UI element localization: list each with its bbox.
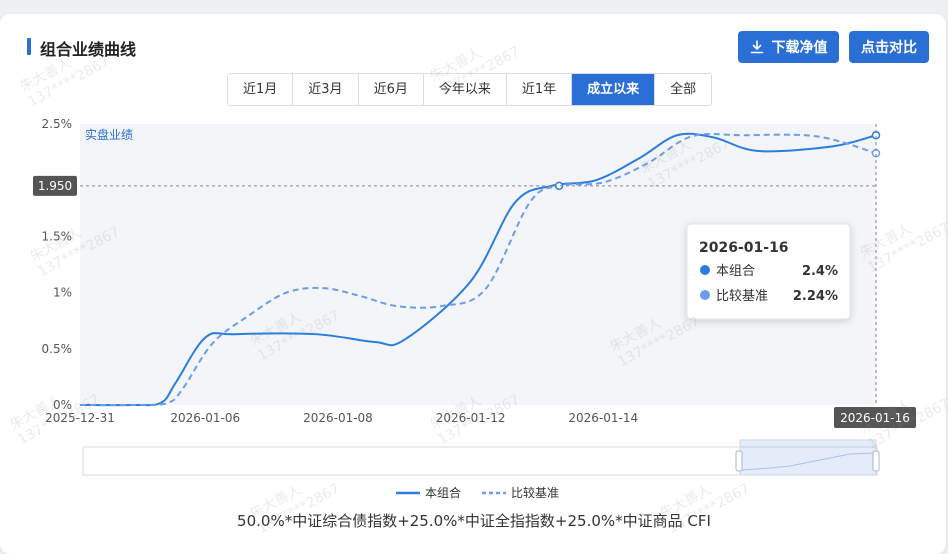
range-tab-0[interactable]: 近1月 (228, 74, 294, 105)
time-range-selector: 近1月 近3月 近6月 今年以来 近1年 成立以来 全部 (227, 73, 713, 106)
range-tab-5[interactable]: 成立以来 (572, 74, 656, 105)
compare-button[interactable]: 点击对比 (849, 31, 929, 63)
download-nav-button[interactable]: 下载净值 (738, 31, 839, 63)
page-title: 组合业绩曲线 (40, 40, 137, 59)
range-tab-6[interactable]: 全部 (655, 74, 712, 105)
range-tab-2[interactable]: 近6月 (358, 74, 424, 105)
download-nav-label: 下载净值 (771, 40, 828, 56)
range-tab-4[interactable]: 近1年 (506, 74, 573, 105)
range-tab-3[interactable]: 今年以来 (423, 74, 507, 105)
compare-label: 点击对比 (861, 40, 917, 56)
range-tab-1[interactable]: 近3月 (293, 74, 359, 105)
download-icon (750, 40, 763, 54)
title-accent-bar (27, 38, 31, 55)
benchmark-formula: 50.0%*中证综合债指数+25.0%*中证全指指数+25.0%*中证商品 CF… (237, 512, 711, 530)
